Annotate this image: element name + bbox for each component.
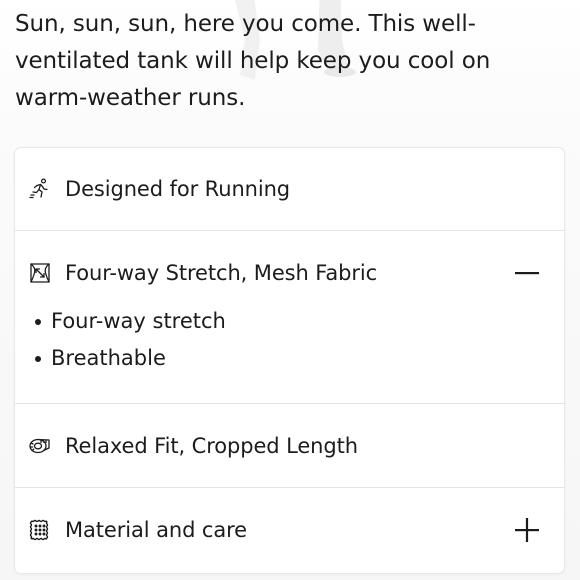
fabric-swatch-icon — [28, 518, 52, 542]
accordion-title: Relaxed Fit, Cropped Length — [65, 433, 358, 458]
accordion-header-material-and-care[interactable]: Material and care — [15, 488, 564, 571]
product-description: Sun, sun, sun, here you come. This well-… — [15, 11, 491, 111]
feature-list: Four-way stretch Breathable — [33, 303, 548, 377]
feature-list-item: Four-way stretch — [33, 303, 548, 340]
plus-icon[interactable] — [514, 517, 540, 543]
accordion-header-designed-for-running[interactable]: Designed for Running — [15, 148, 564, 230]
feature-text: Breathable — [51, 346, 166, 370]
feature-text: Four-way stretch — [51, 309, 226, 333]
accordion-title: Four-way Stretch, Mesh Fabric — [65, 261, 378, 285]
accordion-section-designed-for-running: Designed for Running — [15, 148, 564, 231]
accordion-title: Designed for Running — [65, 177, 291, 201]
accordion-section-relaxed-fit: Relaxed Fit, Cropped Length — [15, 404, 564, 488]
feature-list-item: Breathable — [33, 340, 548, 377]
tape-measure-icon — [28, 434, 52, 458]
product-features-accordion: Designed for Running Four-way Stretch, M… — [15, 148, 564, 573]
running-person-icon — [28, 177, 52, 201]
accordion-section-material-and-care: Material and care — [15, 488, 564, 571]
accordion-section-four-way-stretch: Four-way Stretch, Mesh Fabric Four-way s… — [15, 231, 564, 404]
minus-icon[interactable] — [514, 260, 540, 286]
accordion-header-relaxed-fit[interactable]: Relaxed Fit, Cropped Length — [15, 404, 564, 487]
stretch-fabric-icon — [28, 261, 52, 285]
product-details-page: Sun, sun, sun, here you come. This well-… — [0, 0, 580, 580]
bullet-icon — [35, 356, 41, 362]
bullet-icon — [35, 319, 41, 325]
accordion-title: Material and care — [65, 517, 247, 542]
accordion-body-four-way-stretch: Four-way stretch Breathable — [15, 303, 564, 403]
